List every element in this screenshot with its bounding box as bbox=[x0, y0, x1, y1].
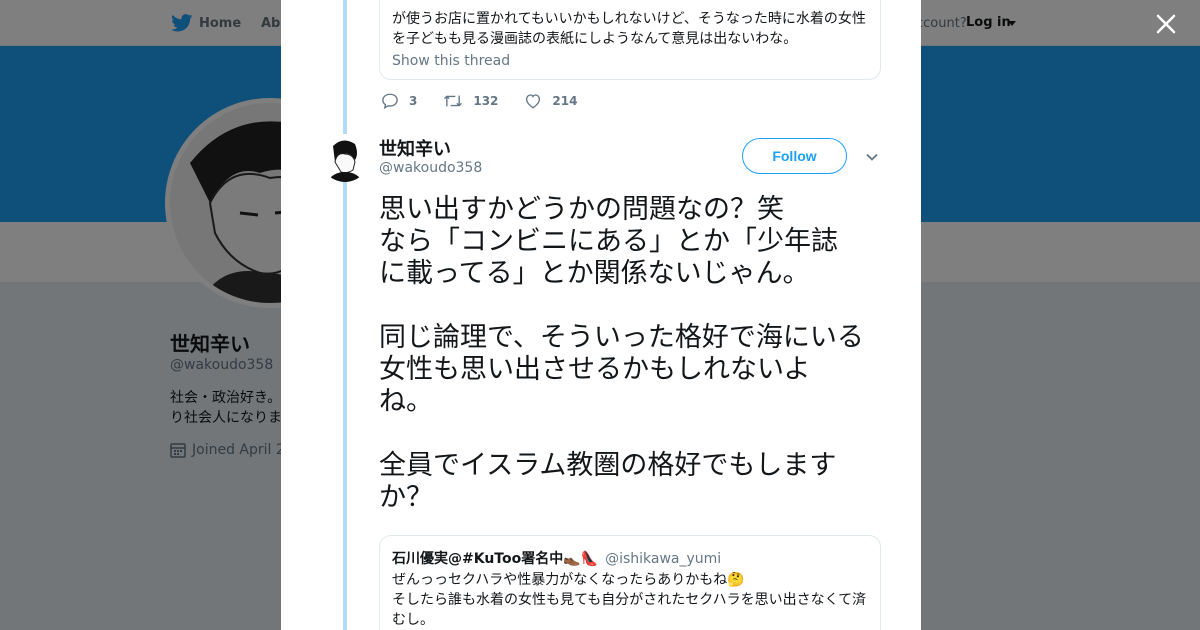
quoted-tweet-card[interactable]: 石川優実@#KuToo署名中👞👠 @ishikawa_yumi ぜんっっセクハラ… bbox=[379, 535, 881, 630]
like-button[interactable]: 214 bbox=[524, 92, 577, 110]
previous-quoted-tweet[interactable]: が使うお店に置かれてもいいかもしれないけど、そうなった時に水着の女性 を子どもも… bbox=[379, 0, 881, 80]
retweet-button[interactable]: 132 bbox=[443, 92, 498, 110]
tweet-author-name[interactable]: 世知辛い bbox=[379, 135, 451, 161]
follow-button[interactable]: Follow bbox=[742, 138, 847, 174]
retweet-icon bbox=[444, 95, 463, 107]
close-icon[interactable] bbox=[1154, 12, 1178, 36]
tweet-actions: 3 132 214 bbox=[381, 92, 577, 110]
like-count: 214 bbox=[552, 94, 578, 108]
quoted-tweet-text: ぜんっっセクハラや性暴力がなくなったらありかもね🤔 そしたら誰も水着の女性も見て… bbox=[392, 572, 867, 628]
tweet-author-handle[interactable]: @wakoudo358 bbox=[379, 160, 482, 176]
tweet-text: 思い出すかどうかの問題なの？笑 なら「コンビニにある」とか「少年誌 に載ってる」… bbox=[379, 194, 864, 513]
reply-count: 3 bbox=[409, 94, 418, 108]
like-icon bbox=[526, 94, 541, 109]
reply-icon bbox=[382, 93, 398, 110]
show-thread-link[interactable]: Show this thread bbox=[392, 53, 868, 69]
thread-connector-line bbox=[343, 0, 347, 630]
tweet-modal: が使うお店に置かれてもいいかもしれないけど、そうなった時に水着の女性 を子どもも… bbox=[281, 0, 921, 630]
quoted-author-name: 石川優実@#KuToo署名中👞👠 bbox=[392, 551, 599, 567]
author-avatar-illustration bbox=[321, 134, 369, 182]
quoted-author-handle: @ishikawa_yumi bbox=[605, 551, 722, 567]
tweet-author-avatar[interactable] bbox=[321, 134, 369, 182]
reply-button[interactable]: 3 bbox=[381, 92, 417, 110]
quoted-tweet-header: 石川優実@#KuToo署名中👞👠 @ishikawa_yumi bbox=[392, 548, 868, 568]
retweet-count: 132 bbox=[473, 94, 499, 108]
previous-quote-text: が使うお店に置かれてもいいかもしれないけど、そうなった時に水着の女性 を子どもも… bbox=[392, 11, 866, 47]
chevron-down-icon[interactable] bbox=[865, 150, 879, 164]
